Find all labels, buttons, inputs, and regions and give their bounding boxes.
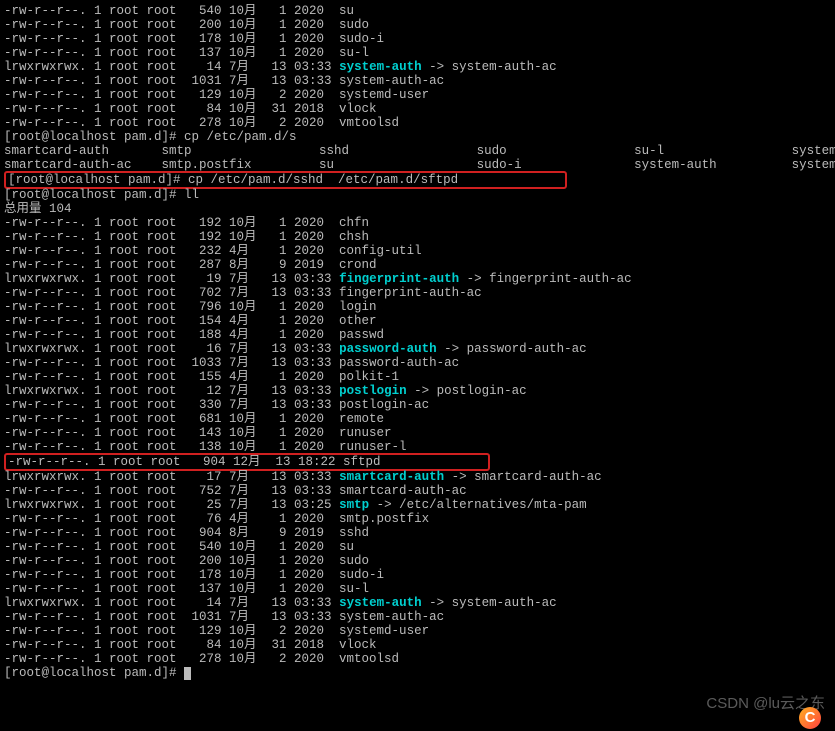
csdn-icon: C bbox=[799, 707, 821, 729]
ls-row: -rw-r--r--. 1 root root 287 8月 9 2019 cr… bbox=[4, 258, 831, 272]
ls-row: -rw-r--r--. 1 root root 540 10月 1 2020 s… bbox=[4, 540, 831, 554]
ls-row: -rw-r--r--. 1 root root 84 10月 31 2018 v… bbox=[4, 638, 831, 652]
ls-row: -rw-r--r--. 1 root root 752 7月 13 03:33 … bbox=[4, 484, 831, 498]
ls-row: lrwxrwxrwx. 1 root root 16 7月 13 03:33 p… bbox=[4, 342, 831, 356]
ls-row: -rw-r--r--. 1 root root 232 4月 1 2020 co… bbox=[4, 244, 831, 258]
ls-row: -rw-r--r--. 1 root root 200 10月 1 2020 s… bbox=[4, 18, 831, 32]
total-line: 总用量 104 bbox=[4, 202, 831, 216]
tab-completion-row: smartcard-auth smtp sshd sudo su-l syste… bbox=[4, 144, 831, 158]
prompt-line-highlighted[interactable]: [root@localhost pam.d]# cp /etc/pam.d/ss… bbox=[4, 172, 831, 188]
prompt-line-cursor[interactable]: [root@localhost pam.d]# bbox=[4, 666, 831, 680]
ls-row: -rw-r--r--. 1 root root 278 10月 2 2020 v… bbox=[4, 116, 831, 130]
ls-row: -rw-r--r--. 1 root root 330 7月 13 03:33 … bbox=[4, 398, 831, 412]
ls-row: lrwxrwxrwx. 1 root root 12 7月 13 03:33 p… bbox=[4, 384, 831, 398]
ls-row: -rw-r--r--. 1 root root 137 10月 1 2020 s… bbox=[4, 582, 831, 596]
ls-row: -rw-r--r--. 1 root root 192 10月 1 2020 c… bbox=[4, 216, 831, 230]
ls-row: lrwxrwxrwx. 1 root root 25 7月 13 03:25 s… bbox=[4, 498, 831, 512]
ls-row: -rw-r--r--. 1 root root 796 10月 1 2020 l… bbox=[4, 300, 831, 314]
ls-row: lrwxrwxrwx. 1 root root 14 7月 13 03:33 s… bbox=[4, 60, 831, 74]
ls-row: -rw-r--r--. 1 root root 278 10月 2 2020 v… bbox=[4, 652, 831, 666]
ls-row: -rw-r--r--. 1 root root 129 10月 2 2020 s… bbox=[4, 88, 831, 102]
tab-completion-row: smartcard-auth-ac smtp.postfix su sudo-i… bbox=[4, 158, 831, 172]
ls-row: -rw-r--r--. 1 root root 178 10月 1 2020 s… bbox=[4, 32, 831, 46]
ls-row: -rw-r--r--. 1 root root 137 10月 1 2020 s… bbox=[4, 46, 831, 60]
ls-row: -rw-r--r--. 1 root root 154 4月 1 2020 ot… bbox=[4, 314, 831, 328]
ls-row: -rw-r--r--. 1 root root 84 10月 31 2018 v… bbox=[4, 102, 831, 116]
prompt-line[interactable]: [root@localhost pam.d]# cp /etc/pam.d/s bbox=[4, 130, 831, 144]
ls-row: -rw-r--r--. 1 root root 188 4月 1 2020 pa… bbox=[4, 328, 831, 342]
ls-row: lrwxrwxrwx. 1 root root 14 7月 13 03:33 s… bbox=[4, 596, 831, 610]
ls-row: -rw-r--r--. 1 root root 1031 7月 13 03:33… bbox=[4, 74, 831, 88]
ls-row: -rw-r--r--. 1 root root 129 10月 2 2020 s… bbox=[4, 624, 831, 638]
ls-row: -rw-r--r--. 1 root root 681 10月 1 2020 r… bbox=[4, 412, 831, 426]
ls-row: lrwxrwxrwx. 1 root root 19 7月 13 03:33 f… bbox=[4, 272, 831, 286]
ls-row: -rw-r--r--. 1 root root 138 10月 1 2020 r… bbox=[4, 440, 831, 454]
ls-row: -rw-r--r--. 1 root root 1033 7月 13 03:33… bbox=[4, 356, 831, 370]
ls-row: -rw-r--r--. 1 root root 178 10月 1 2020 s… bbox=[4, 568, 831, 582]
cursor-icon bbox=[184, 667, 191, 680]
ls-row: -rw-r--r--. 1 root root 540 10月 1 2020 s… bbox=[4, 4, 831, 18]
ls-row: -rw-r--r--. 1 root root 192 10月 1 2020 c… bbox=[4, 230, 831, 244]
prompt-line[interactable]: [root@localhost pam.d]# ll bbox=[4, 188, 831, 202]
terminal-output[interactable]: -rw-r--r--. 1 root root 540 10月 1 2020 s… bbox=[4, 4, 831, 680]
ls-row: -rw-r--r--. 1 root root 1031 7月 13 03:33… bbox=[4, 610, 831, 624]
ls-row: -rw-r--r--. 1 root root 76 4月 1 2020 smt… bbox=[4, 512, 831, 526]
ls-row: -rw-r--r--. 1 root root 904 8月 9 2019 ss… bbox=[4, 526, 831, 540]
ls-row: -rw-r--r--. 1 root root 702 7月 13 03:33 … bbox=[4, 286, 831, 300]
ls-row: -rw-r--r--. 1 root root 200 10月 1 2020 s… bbox=[4, 554, 831, 568]
ls-row: -rw-r--r--. 1 root root 143 10月 1 2020 r… bbox=[4, 426, 831, 440]
ls-row-highlighted: -rw-r--r--. 1 root root 904 12月 13 18:22… bbox=[4, 454, 831, 470]
ls-row: lrwxrwxrwx. 1 root root 17 7月 13 03:33 s… bbox=[4, 470, 831, 484]
ls-row: -rw-r--r--. 1 root root 155 4月 1 2020 po… bbox=[4, 370, 831, 384]
